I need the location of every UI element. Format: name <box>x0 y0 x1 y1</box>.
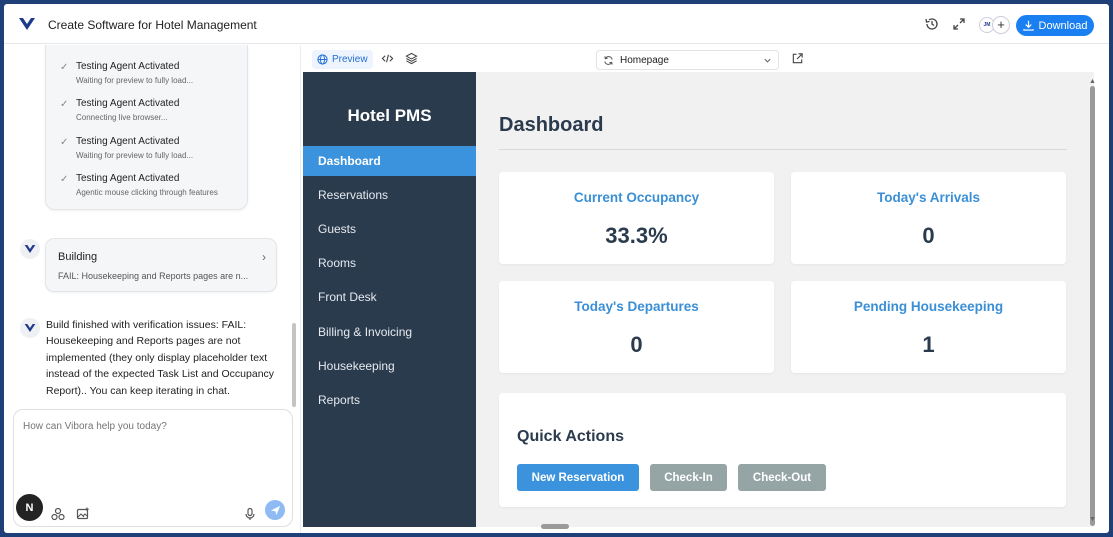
nav-item-front-desk[interactable]: Front Desk <box>303 282 476 312</box>
download-label: Download <box>1038 19 1088 32</box>
hotel-sidebar: Hotel PMS Dashboard Reservations Guests … <box>303 72 476 527</box>
stat-label: Today's Departures <box>574 299 699 314</box>
preview-frame: Hotel PMS Dashboard Reservations Guests … <box>303 72 1094 527</box>
page-select-value: Homepage <box>620 54 669 66</box>
horizontal-scrollbar[interactable] <box>541 524 569 529</box>
nav-item-guests[interactable]: Guests <box>303 214 476 244</box>
image-upload-icon[interactable] <box>76 507 90 521</box>
new-reservation-button[interactable]: New Reservation <box>517 464 639 491</box>
hotel-brand: Hotel PMS <box>347 106 432 125</box>
log-title: Testing Agent Activated <box>76 61 180 72</box>
log-subtitle: Agentic mouse clicking through features <box>76 188 218 197</box>
assistant-avatar <box>20 318 40 338</box>
nav-item-billing[interactable]: Billing & Invoicing <box>303 317 476 347</box>
log-title: Testing Agent Activated <box>76 136 180 147</box>
project-title: Create Software for Hotel Management <box>48 18 257 32</box>
stat-card-housekeeping: Pending Housekeeping 1 <box>791 281 1066 373</box>
nav-item-housekeeping[interactable]: Housekeeping <box>303 351 476 381</box>
tab-preview-label: Preview <box>332 54 368 65</box>
page-title: Dashboard <box>499 114 604 136</box>
building-status-card[interactable]: Building › FAIL: Housekeeping and Report… <box>45 238 277 292</box>
stat-value: 33.3% <box>605 223 668 248</box>
tab-preview[interactable]: Preview <box>312 50 373 69</box>
stat-card-occupancy: Current Occupancy 33.3% <box>499 172 774 264</box>
panel-divider[interactable] <box>300 45 301 533</box>
check-icon: ✓ <box>60 99 69 110</box>
preview-toolbar: Preview Homepage <box>304 45 1104 73</box>
stat-label: Pending Housekeeping <box>853 299 1004 314</box>
code-icon[interactable] <box>381 52 394 65</box>
download-button[interactable]: Download <box>1016 15 1094 36</box>
chevron-right-icon: › <box>262 250 266 264</box>
chat-scrollbar[interactable] <box>292 323 296 407</box>
building-subtitle: FAIL: Housekeeping and Reports pages are… <box>58 271 249 281</box>
add-collaborator-button[interactable]: + <box>992 16 1010 34</box>
app-window: Create Software for Hotel Management JM … <box>4 4 1109 533</box>
stat-label: Current Occupancy <box>573 190 700 205</box>
send-icon <box>270 505 280 515</box>
vibora-logo-icon <box>19 17 35 30</box>
page-select[interactable]: Homepage <box>596 50 779 70</box>
scroll-up-icon[interactable]: ▲ <box>1089 78 1096 85</box>
dashboard-main: Dashboard Current Occupancy 33.3% Today'… <box>476 72 1094 527</box>
send-button[interactable] <box>265 500 285 520</box>
nav-item-rooms[interactable]: Rooms <box>303 248 476 278</box>
vertical-scrollbar[interactable] <box>1090 86 1095 526</box>
log-title: Testing Agent Activated <box>76 98 180 109</box>
layers-icon[interactable] <box>405 52 418 65</box>
log-title: Testing Agent Activated <box>76 173 180 184</box>
check-icon: ✓ <box>60 137 69 148</box>
quick-actions-title: Quick Actions <box>517 428 624 445</box>
stat-label: Today's Arrivals <box>876 190 980 205</box>
check-out-button[interactable]: Check-Out <box>738 464 826 491</box>
microphone-icon[interactable] <box>243 507 257 521</box>
quick-actions-card: Quick Actions New Reservation Check-In C… <box>499 393 1066 507</box>
nav-item-dashboard[interactable]: Dashboard <box>303 146 476 176</box>
chat-panel: ✓ Testing Agent Activated Waiting for pr… <box>4 45 300 533</box>
assistant-avatar <box>20 239 40 259</box>
top-bar: Create Software for Hotel Management JM … <box>4 4 1109 44</box>
download-icon <box>1022 20 1034 31</box>
refresh-icon[interactable] <box>603 55 614 66</box>
nav-item-reports[interactable]: Reports <box>303 385 476 415</box>
check-in-button[interactable]: Check-In <box>650 464 727 491</box>
log-subtitle: Waiting for preview to fully load... <box>76 76 194 85</box>
stat-value: 1 <box>922 332 935 357</box>
vibora-logo-icon <box>24 245 36 253</box>
building-title: Building <box>58 251 98 263</box>
scroll-down-icon[interactable]: ▼ <box>1089 516 1096 523</box>
log-subtitle: Connecting live browser... <box>76 113 168 122</box>
globe-icon <box>317 54 328 65</box>
expand-icon[interactable] <box>951 16 967 32</box>
assistant-message: Build finished with verification issues:… <box>46 319 275 397</box>
title-divider <box>499 149 1067 150</box>
stat-card-arrivals: Today's Arrivals 0 <box>791 172 1066 264</box>
collaborators[interactable]: JM + <box>979 16 1010 34</box>
user-menu-button[interactable]: N <box>16 494 43 521</box>
history-icon[interactable] <box>924 16 940 32</box>
agent-log-card: ✓ Testing Agent Activated Waiting for pr… <box>45 45 248 210</box>
stat-card-departures: Today's Departures 0 <box>499 281 774 373</box>
log-subtitle: Waiting for preview to fully load... <box>76 151 194 160</box>
stat-value: 0 <box>922 223 935 248</box>
chat-input[interactable] <box>23 421 283 432</box>
chevron-down-icon <box>764 58 771 63</box>
nav-item-reservations[interactable]: Reservations <box>303 180 476 210</box>
stat-value: 0 <box>630 332 643 357</box>
agents-icon[interactable] <box>51 507 65 521</box>
open-external-icon[interactable] <box>791 52 804 65</box>
vibora-logo-icon <box>24 324 36 332</box>
check-icon: ✓ <box>60 62 69 73</box>
check-icon: ✓ <box>60 174 69 185</box>
